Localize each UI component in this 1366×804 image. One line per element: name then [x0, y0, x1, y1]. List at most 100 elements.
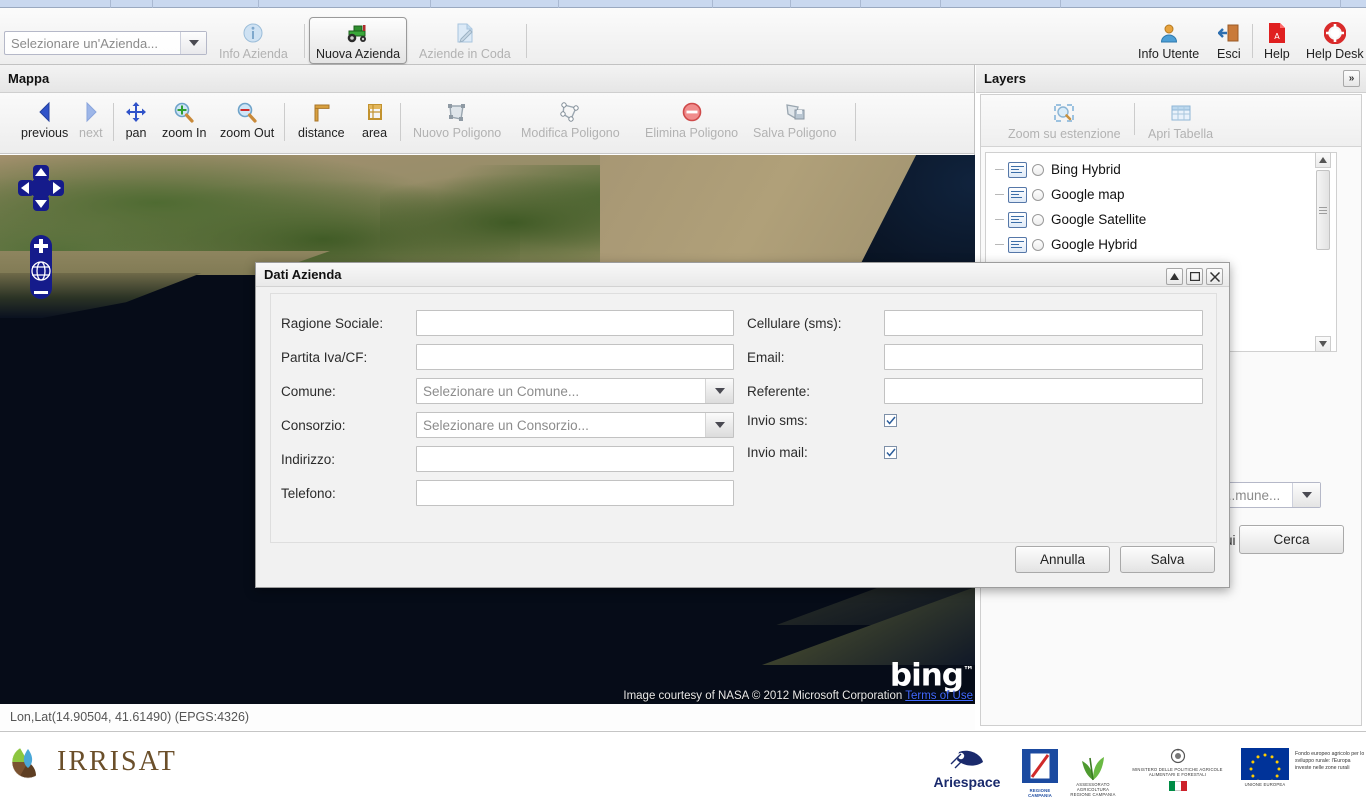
layer-item-google-hybrid[interactable]: Google Hybrid: [986, 232, 1336, 257]
field-comune: Comune: Selezionare un Comune...: [281, 378, 734, 404]
layers-tree-scrollbar[interactable]: [1315, 152, 1331, 352]
map-tool-nuovo-poligono[interactable]: Nuovo Poligono: [406, 96, 508, 143]
field-label: Email:: [747, 349, 785, 365]
chevron-down-icon[interactable]: [180, 32, 206, 54]
nuova-azienda-button[interactable]: Nuova Azienda: [309, 17, 408, 64]
field-referente: Referente:: [747, 378, 1203, 404]
dati-azienda-dialog: Dati Azienda Ragione Sociale: Partita Iv…: [255, 262, 1230, 588]
telefono-input[interactable]: [416, 480, 734, 506]
layer-icon: [1008, 161, 1027, 178]
layer-radio[interactable]: [1032, 188, 1044, 201]
annulla-button-label: Annulla: [1039, 552, 1086, 567]
layers-panel-title: Layers: [984, 71, 1026, 86]
caret-up-icon[interactable]: [1166, 268, 1183, 285]
map-tool-distance[interactable]: distance: [291, 96, 352, 143]
apri-tabella-button[interactable]: Apri Tabella: [1141, 97, 1220, 143]
map-tool-area[interactable]: area: [355, 96, 394, 143]
field-label: Invio mail:: [747, 445, 808, 460]
field-label: Indirizzo:: [281, 451, 336, 467]
cerca-button[interactable]: Cerca: [1239, 525, 1344, 554]
double-chevron-right-icon[interactable]: »: [1343, 70, 1360, 87]
map-tool-pan-label: pan: [125, 126, 147, 140]
map-nav-control[interactable]: [16, 163, 66, 318]
help-desk-label: Help Desk: [1306, 47, 1364, 61]
dialog-title-bar[interactable]: Dati Azienda: [256, 263, 1229, 287]
info-utente-button[interactable]: Info Utente: [1131, 17, 1206, 64]
map-tool-previous[interactable]: previous: [14, 96, 75, 143]
cellulare-input[interactable]: [884, 310, 1203, 336]
map-tool-next[interactable]: next: [72, 96, 110, 143]
map-tool-distance-label: distance: [298, 126, 345, 140]
field-label: Consorzio:: [281, 417, 346, 433]
polygon-save-icon: [783, 99, 807, 125]
help-desk-button[interactable]: Help Desk: [1299, 17, 1366, 64]
invio-sms-checkbox[interactable]: [884, 414, 897, 427]
field-label: Cellulare (sms):: [747, 315, 842, 331]
dialog-footer: Annulla Salva: [1015, 546, 1215, 573]
field-invio-mail: Invio mail:: [747, 445, 897, 460]
scroll-up-arrow-icon[interactable]: [1315, 152, 1331, 168]
layers-panel-header: Layers »: [976, 65, 1366, 93]
field-email: Email:: [747, 344, 1203, 370]
referente-input[interactable]: [884, 378, 1203, 404]
salva-button[interactable]: Salva: [1120, 546, 1215, 573]
layer-item-google-satellite[interactable]: Google Satellite: [986, 207, 1336, 232]
polygon-new-icon: [445, 99, 469, 125]
map-tool-zoom-out[interactable]: zoom Out: [213, 96, 281, 143]
aziende-in-coda-button[interactable]: Aziende in Coda: [412, 17, 518, 64]
square-icon[interactable]: [1186, 268, 1203, 285]
map-tool-salva-poligono[interactable]: Salva Poligono: [746, 96, 843, 143]
scrollbar-thumb[interactable]: [1316, 170, 1330, 250]
scroll-down-arrow-icon[interactable]: [1315, 336, 1331, 352]
terms-of-use-link[interactable]: Terms of Use: [905, 690, 973, 702]
map-coordinates-text: Lon,Lat(14.90504, 41.61490) (EPGS:4326): [10, 710, 250, 724]
layer-item-google-map[interactable]: Google map: [986, 182, 1336, 207]
map-tool-modifica-poligono[interactable]: Modifica Poligono: [514, 96, 627, 143]
partita-iva-input[interactable]: [416, 344, 734, 370]
ministero-logo: MINISTERO DELLE POLITICHE AGRICOLE ALIME…: [1125, 748, 1230, 791]
tractor-icon: [346, 20, 370, 46]
area-measure-icon: [364, 99, 386, 125]
layer-radio[interactable]: [1032, 238, 1044, 251]
info-azienda-button[interactable]: Info Azienda: [212, 17, 295, 64]
comune-search-select[interactable]: ...mune...: [1217, 482, 1321, 508]
magnifier-minus-icon: [235, 99, 259, 125]
user-icon: [1158, 20, 1180, 46]
help-button[interactable]: A Help: [1257, 17, 1297, 64]
map-tool-pan[interactable]: pan: [118, 96, 154, 143]
help-label: Help: [1264, 47, 1290, 61]
map-tool-elimina-poligono[interactable]: Elimina Poligono: [638, 96, 745, 143]
comune-select[interactable]: Selezionare un Comune...: [416, 378, 734, 404]
indirizzo-input[interactable]: [416, 446, 734, 472]
apri-tabella-label: Apri Tabella: [1148, 127, 1214, 141]
close-x-icon[interactable]: [1206, 268, 1223, 285]
ragione-sociale-input[interactable]: [416, 310, 734, 336]
company-select[interactable]: Selezionare un'Azienda...: [4, 31, 207, 55]
invio-mail-checkbox[interactable]: [884, 446, 897, 459]
consorzio-select[interactable]: Selezionare un Consorzio...: [416, 412, 734, 438]
chevron-down-icon[interactable]: [705, 413, 733, 437]
annulla-button[interactable]: Annulla: [1015, 546, 1110, 573]
map-attribution-text: Image courtesy of NASA © 2012 Microsoft …: [623, 690, 973, 702]
dialog-window-controls: [1166, 268, 1223, 285]
map-attribution: bing™ Image courtesy of NASA © 2012 Micr…: [623, 656, 974, 703]
layer-item-bing-hybrid[interactable]: Bing Hybrid: [986, 157, 1336, 182]
dialog-body: Ragione Sociale: Partita Iva/CF: Comune:…: [270, 293, 1217, 543]
layer-label: Bing Hybrid: [1051, 162, 1121, 177]
email-input[interactable]: [884, 344, 1203, 370]
info-icon: [242, 20, 264, 46]
zoom-su-estenzione-button[interactable]: Zoom su estenzione: [1001, 97, 1128, 143]
polygon-delete-icon: [681, 99, 703, 125]
chevron-down-icon[interactable]: [1292, 483, 1320, 507]
field-invio-sms: Invio sms:: [747, 413, 897, 428]
layer-radio[interactable]: [1032, 163, 1044, 176]
esci-button[interactable]: Esci: [1210, 17, 1248, 64]
layer-radio[interactable]: [1032, 213, 1044, 226]
comune-select-value: Selezionare un Comune...: [423, 383, 580, 399]
irrisat-logo: IRRISAT: [8, 742, 177, 782]
company-select-value: Selezionare un'Azienda...: [11, 35, 159, 51]
nuova-azienda-label: Nuova Azienda: [316, 47, 401, 61]
map-tool-zoom-in[interactable]: zoom In: [155, 96, 213, 143]
map-tool-salva-poligono-label: Salva Poligono: [753, 126, 837, 140]
chevron-down-icon[interactable]: [705, 379, 733, 403]
